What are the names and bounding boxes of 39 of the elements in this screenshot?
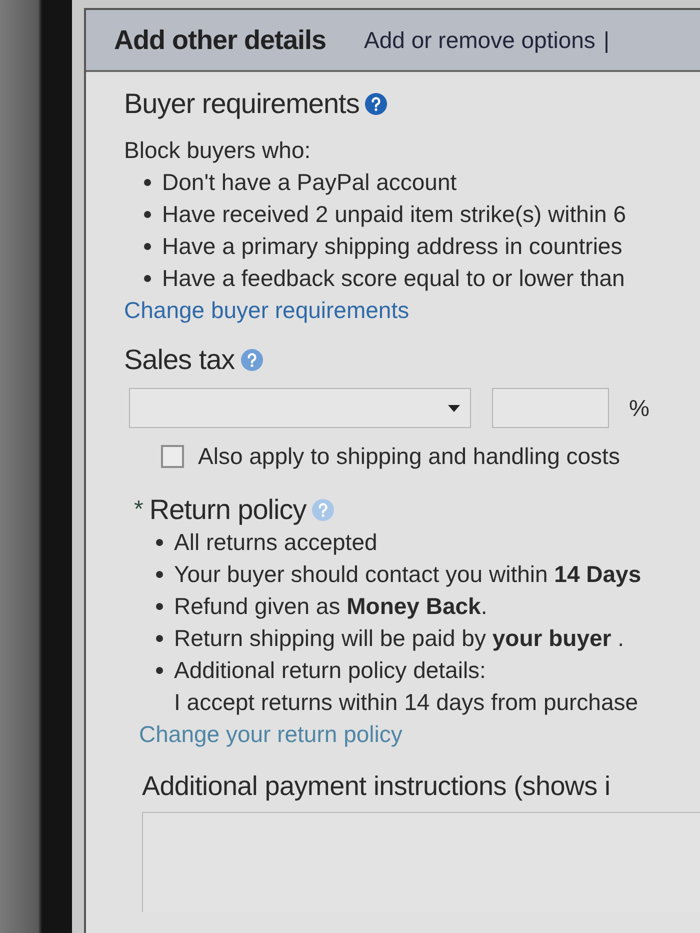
policy-text: All returns accepted [174,528,378,557]
policy-details-text: I accept returns within 14 days from purchase [174,688,638,717]
requirement-text: Have a feedback score equal to or lower than [162,264,625,293]
help-icon[interactable] [240,349,263,371]
policy-text: Return shipping will be paid by your buyer . [174,624,624,653]
bullet-icon [144,210,151,218]
bullet-icon [144,274,151,282]
subsection-title: Return policy [149,494,306,526]
subsection-title: Buyer requirements [124,88,360,120]
bullet-icon [156,666,163,674]
bullet-icon [156,538,163,546]
policy-text: Additional return policy details: [174,656,486,685]
percent-sign: % [629,394,650,423]
change-buyer-requirements-link[interactable]: Change buyer requirements [124,294,410,326]
bullet-icon [156,602,163,610]
checkbox-label: Also apply to shipping and handling costs [198,442,620,471]
dropdown-field[interactable] [129,388,471,428]
caret-icon [448,404,460,412]
bullet-icon [144,242,151,250]
requirement-text: Don't have a PayPal account [162,168,457,197]
policy-text: Refund given as Money Back. [174,592,488,621]
section-title: Add other details [114,24,326,57]
bullet-icon [156,634,163,642]
checkbox[interactable] [161,444,184,468]
input-field[interactable] [492,388,609,428]
bullet-icon [156,570,163,578]
change-return-policy-link[interactable]: Change your return policy [139,718,402,750]
help-icon[interactable] [365,93,388,115]
bullet-icon [144,178,151,186]
requirement-text: Have received 2 unpaid item strike(s) within 6 [162,200,626,229]
link-separator: | [603,26,610,55]
required-mark: * [134,495,144,525]
add-remove-options-link[interactable]: Add or remove options [364,22,596,58]
subsection-title: Sales tax [124,344,235,376]
requirement-text: Have a primary shipping address in countries [162,232,622,261]
text-area-field[interactable] [142,812,700,912]
policy-text: Your buyer should contact you within 14 Days [174,560,642,589]
subsection-title: Additional payment instructions (shows i [142,770,610,802]
intro-text: Block buyers who: [124,136,311,165]
